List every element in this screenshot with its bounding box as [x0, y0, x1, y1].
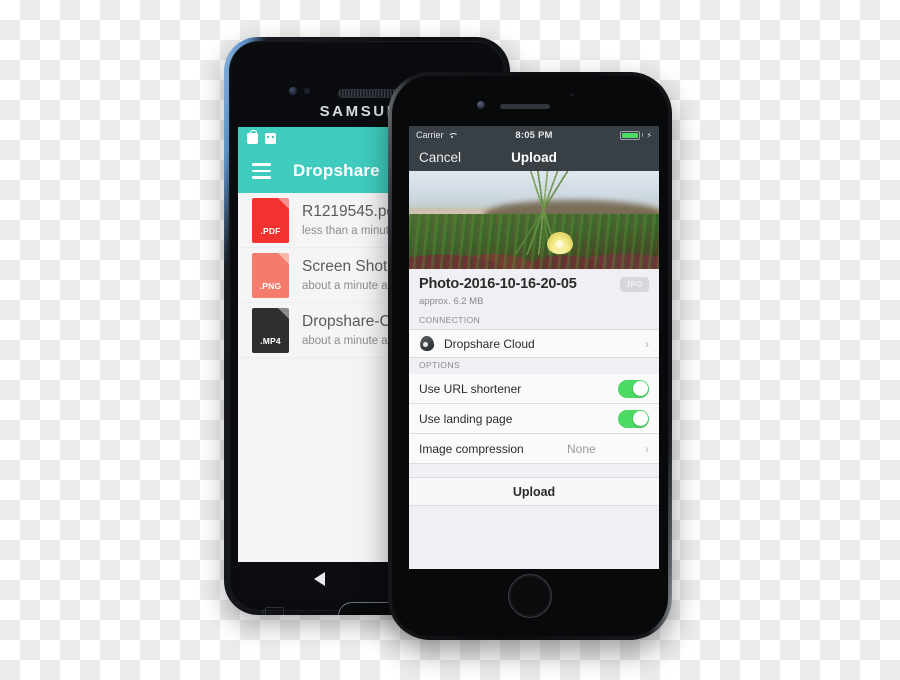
connection-name: Dropshare Cloud: [444, 336, 535, 351]
file-ext-label: .PDF: [260, 225, 281, 236]
file-size: approx. 6.2 MB: [409, 296, 659, 313]
image-compression-value: None: [567, 441, 596, 456]
page-title: Upload: [511, 150, 557, 165]
file-extension-badge: JPG: [619, 276, 649, 292]
app-title: Dropshare: [293, 161, 380, 180]
option-row-landing-page[interactable]: Use landing page: [409, 404, 659, 434]
option-label: Use landing page: [419, 411, 513, 426]
battery-nub-icon: [641, 133, 644, 137]
dropshare-droplet-icon: [419, 336, 435, 352]
file-ext-label: .PNG: [259, 280, 282, 291]
front-camera-icon: [477, 101, 485, 109]
file-ext-label: .MP4: [260, 335, 281, 346]
options-section-header: OPTIONS: [409, 358, 659, 374]
iphone-screen: Carrier 8:05 PM ⚡ Cancel Upload Photo-20…: [409, 126, 659, 569]
png-file-icon: .PNG: [252, 252, 289, 298]
option-label: Image compression: [419, 441, 524, 456]
option-row-image-compression[interactable]: Image compression None ›: [409, 434, 659, 464]
file-header: Photo-2016-10-16-20-05 JPG: [409, 269, 659, 296]
battery-full-icon: [619, 130, 640, 140]
mp4-file-icon: .MP4: [252, 307, 289, 353]
connection-cell[interactable]: Dropshare Cloud ›: [409, 329, 659, 358]
proximity-sensor-icon: [304, 88, 310, 94]
home-button[interactable]: [508, 574, 552, 618]
front-camera-icon: [289, 87, 297, 95]
ios-status-bar: Carrier 8:05 PM ⚡: [409, 126, 659, 144]
earpiece-speaker-icon: [500, 104, 550, 109]
proximity-sensor-icon: [570, 93, 574, 97]
upload-button-label: Upload: [512, 484, 556, 499]
option-row-url-shortener[interactable]: Use URL shortener: [409, 374, 659, 404]
battery-group: ⚡: [619, 130, 652, 140]
ios-nav-bar: Cancel Upload: [409, 144, 659, 171]
screenshot-stage: SAMSUNG Dropshare .PDF R1219545.pdf less…: [0, 0, 900, 680]
screen-filler: [409, 506, 659, 546]
iphone-device: Carrier 8:05 PM ⚡ Cancel Upload Photo-20…: [388, 72, 672, 640]
photo-grass-blades-layer: [429, 171, 659, 256]
photo-preview: [409, 171, 659, 269]
file-name: Photo-2016-10-16-20-05: [419, 276, 577, 292]
pdf-file-icon: .PDF: [252, 197, 289, 243]
chevron-right-icon: ›: [645, 441, 649, 456]
upload-button[interactable]: Upload: [409, 477, 659, 506]
section-gap: [409, 464, 659, 477]
recents-square-icon[interactable]: [262, 607, 284, 615]
lock-icon: [247, 130, 258, 144]
landing-page-toggle[interactable]: [618, 409, 649, 428]
photo-yellow-flower: [546, 231, 573, 254]
connection-section-header: CONNECTION: [409, 313, 659, 329]
option-label: Use URL shortener: [419, 381, 522, 396]
charging-bolt-icon: ⚡: [646, 130, 652, 140]
android-robot-icon: [265, 133, 276, 144]
chevron-right-icon: ›: [645, 336, 649, 351]
back-triangle-icon[interactable]: [313, 572, 325, 586]
iphone-bezel: Carrier 8:05 PM ⚡ Cancel Upload Photo-20…: [392, 76, 668, 636]
hamburger-menu-icon[interactable]: [252, 163, 271, 179]
url-shortener-toggle[interactable]: [618, 379, 649, 398]
